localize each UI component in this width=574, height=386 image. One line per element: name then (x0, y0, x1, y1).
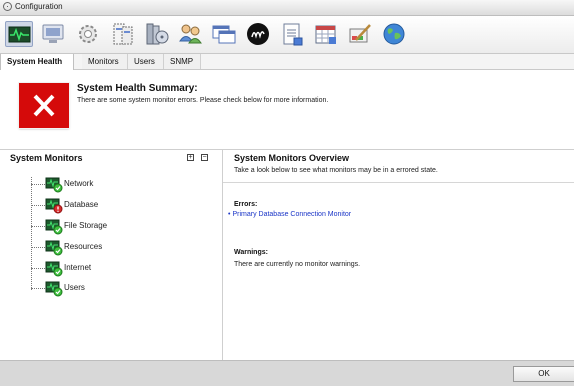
toolbar-users-button[interactable] (176, 21, 204, 47)
window-titlebar: Configuration (0, 0, 574, 16)
tree-connector (31, 177, 32, 290)
users-group-icon (179, 24, 202, 44)
warnings-text: There are currently no monitor warnings. (234, 261, 361, 268)
toolbar-system-health-button[interactable] (5, 21, 33, 47)
tree-item-label: Database (64, 200, 99, 209)
dialog-footer: OK (0, 360, 574, 386)
monitor-ok-icon (45, 219, 63, 235)
tab-monitors[interactable]: Monitors (82, 54, 128, 69)
monitor-ok-icon (45, 177, 63, 193)
monitor-ok-icon (45, 240, 63, 256)
system-health-icon (8, 26, 31, 43)
configuration-icon (3, 2, 12, 11)
error-status-icon (19, 83, 69, 128)
monitors-overview-panel: System Monitors Overview Take a look bel… (223, 150, 574, 360)
system-monitors-panel: System Monitors + − Network Database Fil… (0, 150, 223, 360)
calendar-icon (315, 25, 336, 44)
monitor-tree: Network Database File Storage Resources … (0, 150, 222, 360)
toolbar (0, 16, 574, 54)
monitor-error-icon (45, 198, 63, 214)
tab-snmp[interactable]: SNMP (164, 54, 201, 69)
storage-cylinder-icon (146, 23, 169, 45)
error-link[interactable]: Primary Database Connection Monitor (232, 211, 351, 218)
toolbar-storage-button[interactable] (142, 21, 170, 47)
toolbar-network-button[interactable] (380, 21, 408, 47)
bullet-icon: • (228, 211, 231, 218)
toolbar-calendar-button[interactable] (312, 21, 340, 47)
gear-icon (79, 25, 97, 43)
paint-brush-icon (349, 24, 371, 43)
tree-item-label: Users (64, 283, 85, 292)
ok-button[interactable]: OK (513, 366, 574, 382)
monitor-ok-icon (45, 261, 63, 277)
toolbar-settings-button[interactable] (74, 21, 102, 47)
errors-heading: Errors: (234, 201, 258, 208)
tree-item-label: Internet (64, 263, 92, 272)
globe-icon (383, 23, 405, 45)
summary-text: There are some system monitor errors. Pl… (77, 97, 329, 104)
server-rack-icon (113, 23, 133, 45)
tab-users[interactable]: Users (128, 54, 164, 69)
tab-bar: System Health Monitors Users SNMP (0, 54, 574, 70)
tree-item-label: File Storage (64, 221, 108, 230)
window-title: Configuration (15, 2, 63, 11)
toolbar-brand-button[interactable] (244, 21, 272, 47)
monitor-screen-icon (42, 24, 64, 43)
summary-title: System Health Summary: (77, 83, 198, 94)
tree-item-label: Network (64, 179, 94, 188)
health-summary: System Health Summary: There are some sy… (0, 70, 574, 150)
overview-title: System Monitors Overview (234, 153, 350, 163)
brand-logo-icon (247, 23, 269, 45)
tab-system-health[interactable]: System Health (0, 54, 74, 70)
notepad-icon (283, 23, 303, 46)
tree-item-label: Resources (64, 242, 103, 251)
toolbar-monitor-button[interactable] (39, 21, 67, 47)
windows-icon (212, 25, 236, 44)
divider (223, 182, 574, 183)
error-list-item[interactable]: • Primary Database Connection Monitor (228, 211, 351, 218)
warnings-heading: Warnings: (234, 249, 268, 256)
toolbar-notes-button[interactable] (278, 21, 306, 47)
toolbar-customize-button[interactable] (346, 21, 374, 47)
monitor-ok-icon (45, 281, 63, 297)
toolbar-servers-button[interactable] (108, 21, 136, 47)
overview-subtitle: Take a look below to see what monitors m… (234, 167, 438, 174)
toolbar-windows-button[interactable] (210, 21, 238, 47)
